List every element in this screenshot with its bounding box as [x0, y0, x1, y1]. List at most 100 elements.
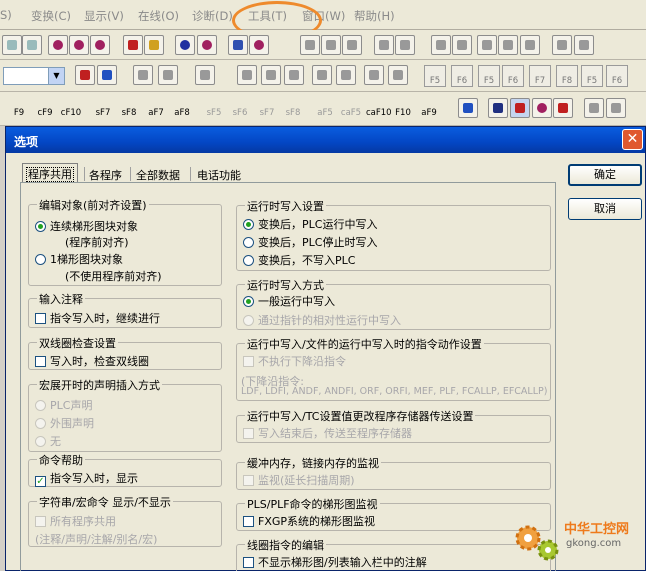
radio-button[interactable]	[35, 418, 46, 429]
redo-icon[interactable]	[22, 35, 42, 55]
radio-button[interactable]	[243, 255, 254, 266]
checkbox-continue-on-write[interactable]: 指令写入时，继续进行	[35, 310, 160, 326]
checkbox-no-falling-edge[interactable]: 不执行下降沿指令	[243, 353, 346, 369]
checkbox-monitor[interactable]: 监视(延长扫描周期)	[243, 472, 355, 488]
grey-tool-icon[interactable]	[342, 35, 362, 55]
grey-tool-icon[interactable]	[321, 35, 341, 55]
grey-tool-icon[interactable]	[374, 35, 394, 55]
ladder-grey-button[interactable]: aF5	[314, 95, 336, 119]
ladder-grey-button[interactable]: sF7	[256, 95, 278, 119]
checkbox-fxgp-monitor[interactable]: FXGP系统的梯形图监视	[243, 513, 375, 529]
ladder-contact-no-button[interactable]: F9	[8, 95, 30, 119]
ladder-falling-button[interactable]: sF8	[118, 95, 140, 119]
find-instruction-icon[interactable]	[69, 35, 89, 55]
function-key[interactable]: F5	[424, 65, 446, 87]
write-plc-icon[interactable]	[123, 35, 143, 55]
radio-write-while-running[interactable]: 变换后，PLC运行中写入	[243, 216, 377, 232]
radio-pointer-online[interactable]: 通过指针的相对性运行中写入	[243, 312, 401, 328]
radio-none[interactable]: 无	[35, 433, 61, 449]
ladder-delete-button[interactable]: aF9	[418, 95, 440, 119]
radio-button[interactable]	[35, 436, 46, 447]
ok-button[interactable]: 确定	[568, 164, 642, 186]
ladder-grey-button[interactable]: caF5	[340, 95, 362, 119]
ladder-contact-button[interactable]: cF10	[60, 95, 82, 119]
tab-each-program[interactable]: 各程序	[86, 165, 125, 183]
radio-button[interactable]	[35, 400, 46, 411]
radio-button[interactable]	[243, 219, 254, 230]
radio-button[interactable]	[243, 296, 254, 307]
find-grey-icon[interactable]	[300, 35, 320, 55]
grey-tool-icon[interactable]	[574, 35, 594, 55]
radio-button[interactable]	[243, 315, 254, 326]
monitor-start-icon[interactable]	[228, 35, 248, 55]
menu-item-online[interactable]: 在线(O)	[138, 8, 179, 24]
grey-tool-icon[interactable]	[195, 65, 215, 85]
radio-continuous-ladder[interactable]: 连续梯形图块对象	[35, 218, 138, 234]
radio-no-write[interactable]: 变换后，不写入PLC	[243, 252, 355, 268]
undo-icon[interactable]	[2, 35, 22, 55]
find-contact-icon[interactable]	[90, 35, 110, 55]
checkbox[interactable]	[243, 356, 254, 367]
menu-item-cut[interactable]: S)	[0, 8, 12, 22]
checkbox[interactable]	[243, 557, 254, 568]
radio-peripheral-declaration[interactable]: 外围声明	[35, 415, 94, 431]
grey-tool-icon[interactable]	[552, 35, 572, 55]
checkbox-all-programs[interactable]: 所有程序共用	[35, 513, 116, 529]
menu-item-help[interactable]: 帮助(H)	[354, 8, 395, 24]
grey-tool-icon[interactable]	[312, 65, 332, 85]
grey-tool-icon[interactable]	[388, 65, 408, 85]
radio-button[interactable]	[35, 254, 46, 265]
radio-plc-declaration[interactable]: PLC声明	[35, 397, 92, 413]
grey-tool-icon[interactable]	[498, 35, 518, 55]
tab-all-data[interactable]: 全部数据	[133, 165, 183, 183]
checkbox-transfer-after-write[interactable]: 写入结束后，传送至程序存储器	[243, 425, 412, 441]
grey-tool-icon[interactable]	[364, 65, 384, 85]
menu-item-diagnostics[interactable]: 诊断(D)	[192, 8, 233, 24]
list-view-icon[interactable]	[553, 98, 573, 118]
grey-tool-icon[interactable]	[584, 98, 604, 118]
checkbox[interactable]	[35, 356, 46, 367]
radio-single-ladder[interactable]: 1梯形图块对象	[35, 251, 123, 267]
ladder-contact-nc-button[interactable]: cF9	[34, 95, 56, 119]
function-key[interactable]: F7	[529, 65, 551, 87]
device-comment-icon[interactable]	[458, 98, 478, 118]
find-device-icon[interactable]	[48, 35, 68, 55]
grey-tool-icon[interactable]	[452, 35, 472, 55]
grey-tool-icon[interactable]	[237, 65, 257, 85]
overwrite-mode-icon[interactable]	[97, 65, 117, 85]
function-key[interactable]: F6	[606, 65, 628, 87]
program-selector[interactable]: ▼	[3, 67, 65, 85]
grey-tool-icon[interactable]	[133, 65, 153, 85]
dialog-titlebar[interactable]: 选项	[6, 127, 645, 153]
tab-phone-function[interactable]: 电话功能	[194, 165, 244, 183]
zoom-out-icon[interactable]	[197, 35, 217, 55]
radio-write-when-stopped[interactable]: 变换后，PLC停止时写入	[243, 234, 377, 250]
function-key[interactable]: F8	[556, 65, 578, 87]
checkbox[interactable]	[35, 516, 46, 527]
grey-tool-icon[interactable]	[336, 65, 356, 85]
chevron-down-icon[interactable]: ▼	[48, 68, 64, 84]
checkbox[interactable]	[243, 475, 254, 486]
checkbox[interactable]: ✓	[35, 476, 46, 487]
ladder-grey-button[interactable]: sF8	[282, 95, 304, 119]
zoom-in-icon[interactable]	[175, 35, 195, 55]
checkbox-check-double-coil[interactable]: 写入时，检查双线圈	[35, 353, 149, 369]
ladder-grey-button[interactable]: sF6	[229, 95, 251, 119]
function-key[interactable]: F5	[581, 65, 603, 87]
close-button[interactable]: ✕	[622, 129, 643, 150]
checkbox[interactable]	[243, 516, 254, 527]
ladder-application-button[interactable]: F10	[392, 95, 414, 119]
search-icon[interactable]	[532, 98, 552, 118]
ladder-rising-button[interactable]: sF7	[92, 95, 114, 119]
radio-button[interactable]	[243, 237, 254, 248]
edit-mode-icon[interactable]	[75, 65, 95, 85]
radio-normal-online[interactable]: 一般运行中写入	[243, 293, 335, 309]
read-plc-icon[interactable]	[144, 35, 164, 55]
grey-tool-icon[interactable]	[395, 35, 415, 55]
ladder-monitor-icon[interactable]	[510, 98, 530, 118]
menu-item-view[interactable]: 显示(V)	[84, 8, 124, 24]
ladder-falling-parallel-button[interactable]: aF8	[171, 95, 193, 119]
ladder-rising-parallel-button[interactable]: aF7	[145, 95, 167, 119]
checkbox[interactable]	[35, 313, 46, 324]
function-key[interactable]: F6	[451, 65, 473, 87]
